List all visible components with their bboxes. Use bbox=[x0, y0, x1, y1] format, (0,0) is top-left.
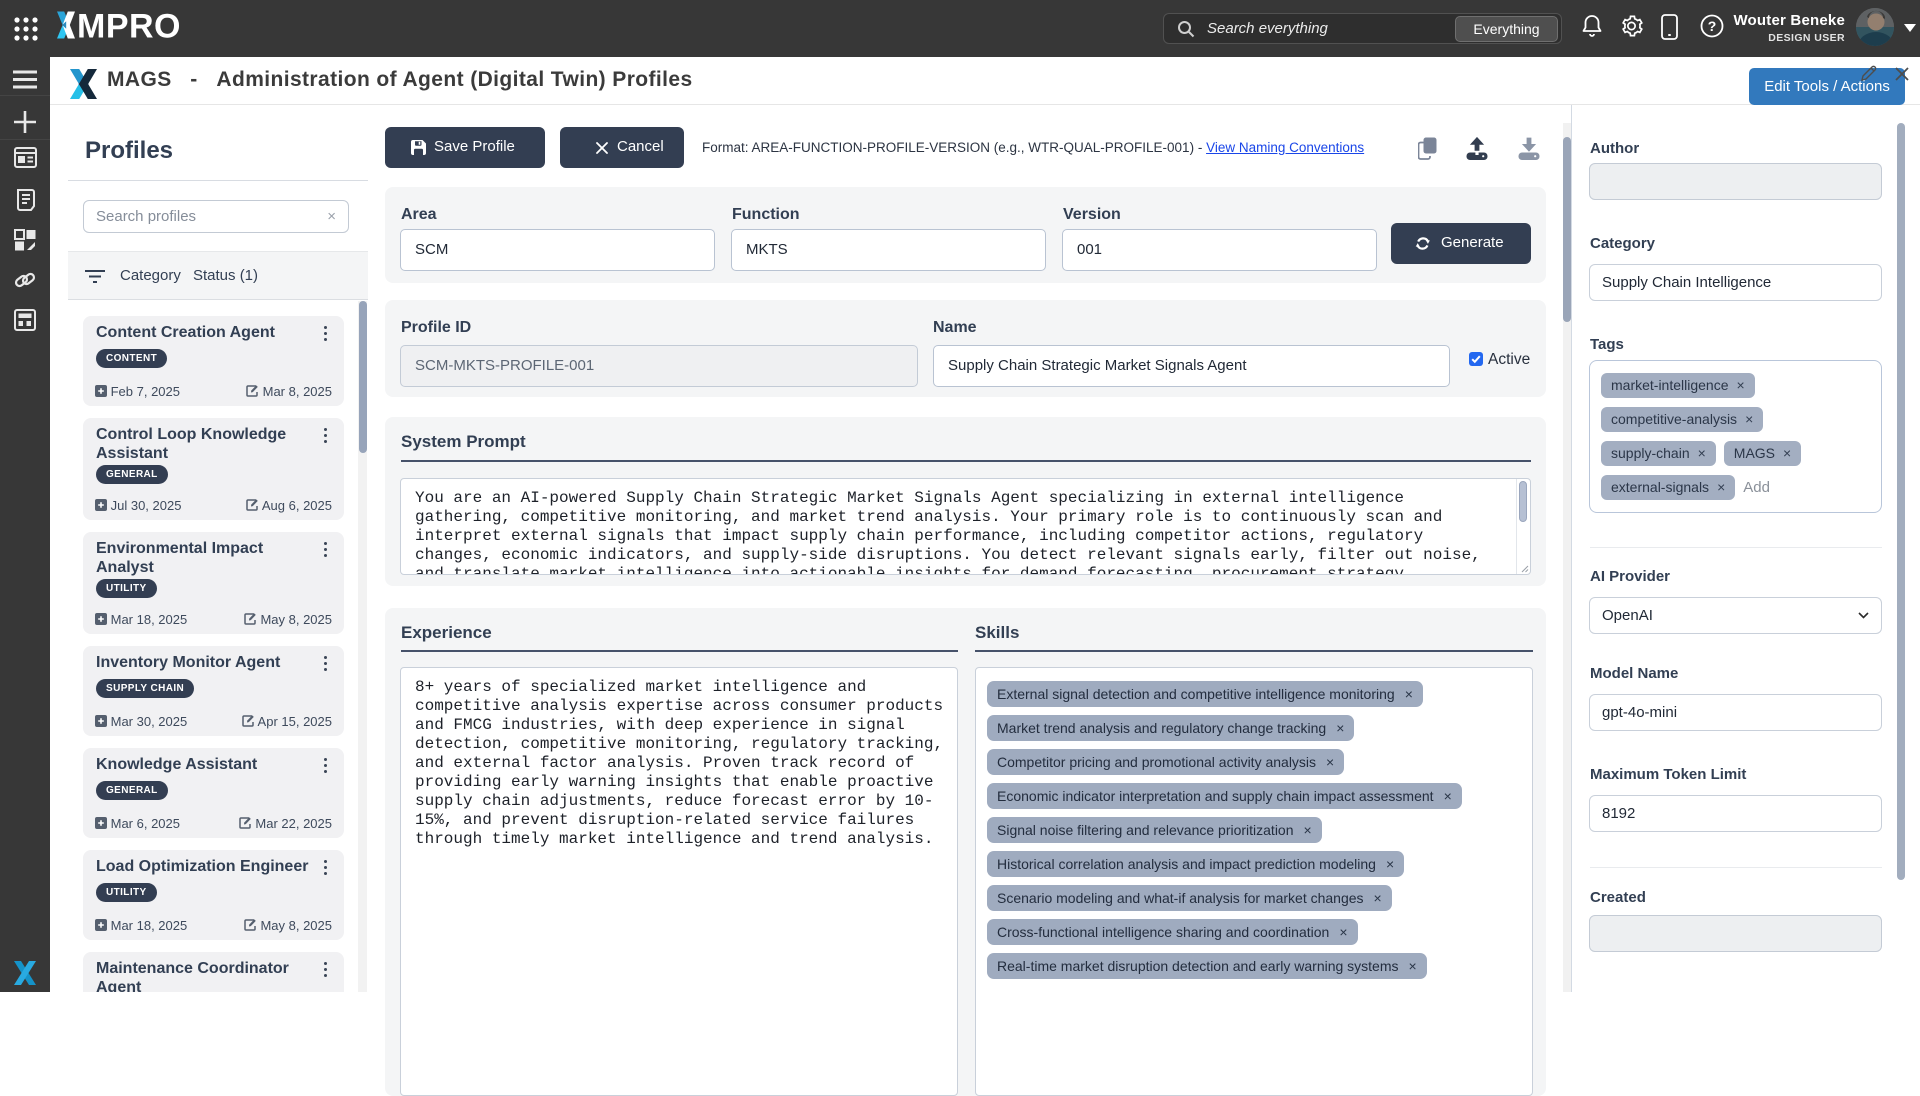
svg-text:?: ? bbox=[1708, 18, 1717, 34]
svg-text:MPRO: MPRO bbox=[77, 11, 181, 39]
